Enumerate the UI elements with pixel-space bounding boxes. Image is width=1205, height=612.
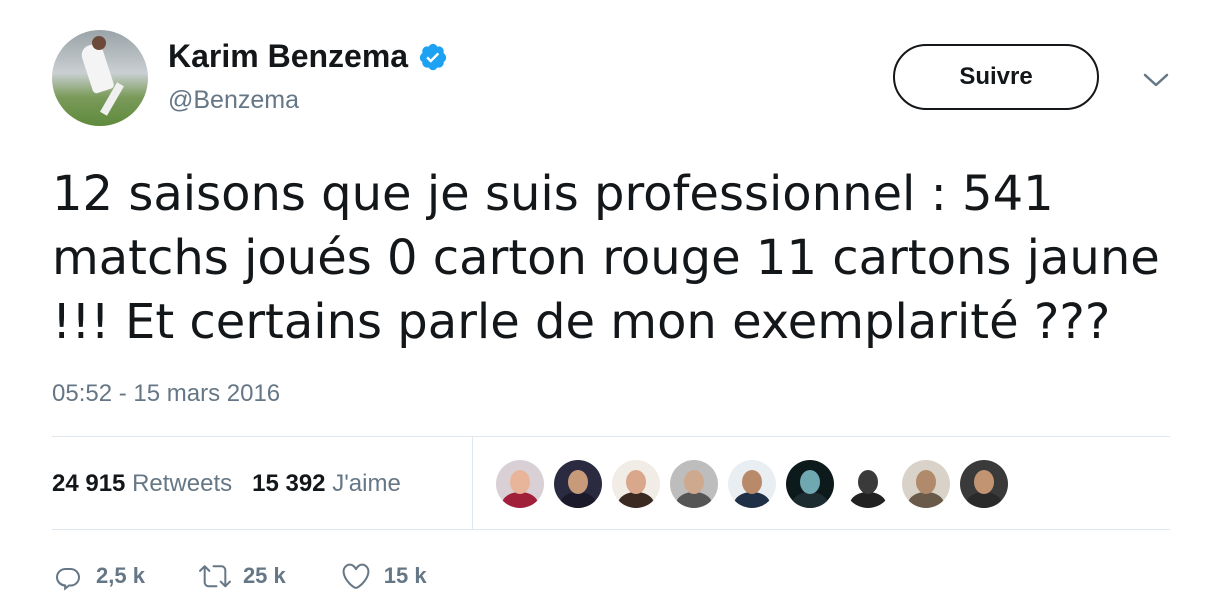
liker-avatar-face (916, 470, 936, 494)
user-handle[interactable]: @Benzema (168, 86, 299, 115)
liker-avatar-body (792, 492, 828, 508)
liker-avatar-body (908, 492, 944, 508)
heart-icon (342, 563, 370, 589)
retweet-count: 25 k (242, 563, 286, 588)
liker-avatar-5[interactable] (728, 460, 776, 508)
liker-avatar-body (966, 492, 1002, 508)
liker-avatar-face (974, 470, 994, 494)
liker-avatar-body (502, 492, 538, 508)
avatar-head (92, 36, 106, 50)
verified-badge-icon (419, 43, 447, 70)
liker-avatar-face (568, 470, 588, 494)
liker-avatar-7[interactable] (844, 460, 892, 508)
liker-avatar-6[interactable] (786, 460, 834, 508)
retweets-stat[interactable]: 24 915 Retweets (52, 470, 232, 498)
liker-avatar-body (676, 492, 712, 508)
retweet-icon (198, 565, 231, 588)
divider-vertical (472, 437, 473, 529)
liker-avatar-body (618, 492, 654, 508)
liker-avatar-face (858, 470, 878, 494)
profile-avatar[interactable] (52, 30, 148, 126)
liker-avatar-body (850, 492, 886, 508)
liker-avatar-body (734, 492, 770, 508)
liker-avatar-face (684, 470, 704, 494)
retweet-button[interactable]: 25 k (198, 560, 286, 592)
likes-stat[interactable]: 15 392 J'aime (252, 470, 401, 498)
retweets-count: 24 915 (52, 470, 126, 497)
divider (52, 436, 1170, 437)
like-button[interactable]: 15 k (340, 560, 427, 592)
liker-avatar-9[interactable] (960, 460, 1008, 508)
liker-avatars (496, 460, 1008, 508)
like-count: 15 k (383, 563, 427, 588)
follow-button[interactable]: Suivre (893, 44, 1099, 110)
liker-avatar-face (626, 470, 646, 494)
liker-avatar-face (510, 470, 530, 494)
liker-avatar-body (560, 492, 596, 508)
likes-count: 15 392 (252, 470, 326, 497)
retweets-label: Retweets (132, 470, 233, 497)
tweet-timestamp[interactable]: 05:52 - 15 mars 2016 (52, 380, 280, 408)
divider (52, 529, 1170, 530)
tweet-stats: 24 915 Retweets 15 392 J'aime (52, 470, 401, 498)
liker-avatar-1[interactable] (496, 460, 544, 508)
liker-avatar-3[interactable] (612, 460, 660, 508)
display-name[interactable]: Karim Benzema (168, 38, 448, 75)
display-name-text[interactable]: Karim Benzema (168, 38, 408, 75)
liker-avatar-face (742, 470, 762, 494)
liker-avatar-2[interactable] (554, 460, 602, 508)
chevron-down-icon[interactable] (1142, 70, 1170, 90)
tweet-actions: 2,5 k 25 k 15 k (52, 560, 481, 592)
reply-icon (56, 568, 80, 591)
likes-label: J'aime (332, 470, 401, 497)
reply-button[interactable]: 2,5 k (52, 560, 145, 592)
reply-count: 2,5 k (96, 563, 145, 588)
liker-avatar-8[interactable] (902, 460, 950, 508)
liker-avatar-face (800, 470, 820, 494)
tweet-text: 12 saisons que je suis professionnel : 5… (52, 166, 1160, 350)
liker-avatar-4[interactable] (670, 460, 718, 508)
